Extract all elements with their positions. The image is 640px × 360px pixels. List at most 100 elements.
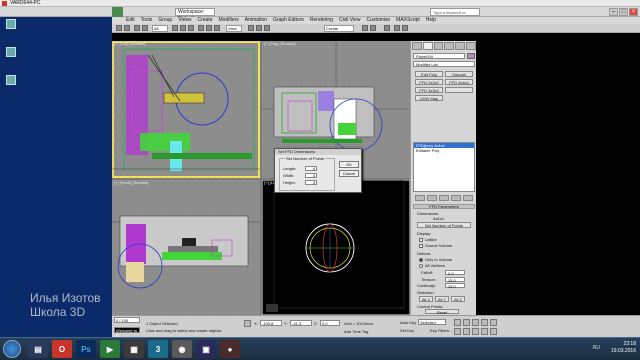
remote-desktop-icon[interactable]: ▣ xyxy=(196,340,216,358)
length-spinner[interactable]: 4 xyxy=(305,166,317,171)
y-coordinate-field[interactable]: -31,3 xyxy=(290,320,312,326)
menu-customize[interactable]: Customize xyxy=(367,17,391,24)
play-icon[interactable] xyxy=(472,319,479,326)
menu-rendering[interactable]: Rendering xyxy=(310,17,333,24)
source-volume-checkbox[interactable] xyxy=(419,244,423,248)
only-in-volume-radio[interactable] xyxy=(419,258,423,262)
make-unique-icon[interactable] xyxy=(439,195,449,201)
opera-icon[interactable]: O xyxy=(52,340,72,358)
all-z-button[interactable]: All Z xyxy=(451,296,465,302)
rectangular-selection-icon[interactable] xyxy=(188,25,194,31)
prev-frame-icon[interactable] xyxy=(463,319,470,326)
move-icon[interactable] xyxy=(198,25,204,31)
close-icon[interactable]: × xyxy=(629,8,638,16)
display-tab-icon[interactable] xyxy=(455,42,466,50)
set-key-button[interactable]: Set Key xyxy=(400,328,414,333)
ffd-parameters-rollout[interactable]: FFD Parameters xyxy=(413,204,475,209)
hierarchy-tab-icon[interactable] xyxy=(433,42,444,50)
zoom-all-icon[interactable] xyxy=(463,328,470,335)
time-slider-frame[interactable]: 0 / 100 xyxy=(114,317,140,323)
desktop-icon[interactable] xyxy=(6,75,16,85)
all-y-button[interactable]: All Y xyxy=(435,296,449,302)
workspace-dropdown[interactable]: Workspace: Default xyxy=(175,8,215,22)
menu-maxscript[interactable]: MAXScript xyxy=(396,17,420,24)
unlink-icon[interactable] xyxy=(142,25,148,31)
stack-item-editable-poly[interactable]: Editable Poly xyxy=(414,148,474,153)
language-indicator[interactable]: RU xyxy=(593,345,600,351)
desktop-icon[interactable] xyxy=(6,47,16,57)
object-color-swatch[interactable] xyxy=(467,53,475,59)
falloff-spinner[interactable]: 0,0 xyxy=(445,270,465,276)
z-coordinate-field[interactable]: 0,0 xyxy=(320,320,340,326)
render-setup-icon[interactable] xyxy=(394,25,400,31)
pin-stack-icon[interactable] xyxy=(415,195,425,201)
next-frame-icon[interactable] xyxy=(481,319,488,326)
tension-spinner[interactable]: 25,0 xyxy=(445,277,465,283)
cancel-button[interactable]: Cancel xyxy=(339,170,359,177)
set-number-of-points-button[interactable]: Set Number of Points xyxy=(417,222,471,228)
media-icon[interactable]: ◉ xyxy=(172,340,192,358)
menu-civil-view[interactable]: Civil View xyxy=(339,17,361,24)
system-clock[interactable]: 23:18 19.03.2016 xyxy=(611,341,636,355)
add-time-tag[interactable]: Add Time Tag xyxy=(344,329,368,334)
auto-key-button[interactable]: Auto Key xyxy=(400,320,416,325)
key-mode-dropdown[interactable]: Selected xyxy=(418,319,446,325)
viewport-top-left[interactable]: [+] [Top] [Shaded] xyxy=(112,41,260,178)
menu-group[interactable]: Group xyxy=(158,17,172,24)
smooth-button[interactable]: Smooth xyxy=(445,71,473,77)
show-end-result-icon[interactable] xyxy=(427,195,437,201)
x-coordinate-field[interactable]: -109,8 xyxy=(260,320,282,326)
app-logo-icon[interactable] xyxy=(112,7,123,17)
empty-modifier-button[interactable] xyxy=(445,87,473,93)
key-filters-button[interactable]: Key Filters... xyxy=(430,328,452,333)
viewport-bottom-right[interactable]: [+] [Left] [Wireframe] xyxy=(262,180,410,315)
align-icon[interactable] xyxy=(370,25,376,31)
select-by-name-icon[interactable] xyxy=(180,25,186,31)
explorer-icon[interactable]: ▤ xyxy=(28,340,48,358)
orbit-icon[interactable] xyxy=(481,328,488,335)
ffd-3x3x3-button[interactable]: FFD 3x3x3 xyxy=(415,87,443,93)
menu-modifiers[interactable]: Modifiers xyxy=(218,17,238,24)
menu-graph-editors[interactable]: Graph Editors xyxy=(273,17,304,24)
zoom-icon[interactable] xyxy=(454,328,461,335)
all-vertices-radio[interactable] xyxy=(419,264,423,268)
width-spinner[interactable]: 4 xyxy=(305,173,317,178)
menu-animation[interactable]: Animation xyxy=(245,17,267,24)
lock-selection-icon[interactable] xyxy=(244,320,251,327)
modify-tab-icon[interactable] xyxy=(422,42,433,50)
render-icon[interactable] xyxy=(402,25,408,31)
recorder-icon[interactable]: ● xyxy=(220,340,240,358)
modifier-list-dropdown[interactable]: Modifier List xyxy=(413,61,475,67)
configure-modifier-sets-icon[interactable] xyxy=(463,195,473,201)
redo-icon[interactable] xyxy=(124,25,130,31)
photoshop-icon[interactable]: Ps xyxy=(76,340,96,358)
mirror-icon[interactable] xyxy=(362,25,368,31)
folder-icon[interactable]: ▦ xyxy=(124,340,144,358)
remove-modifier-icon[interactable] xyxy=(451,195,461,201)
ffd-4x4x4-button[interactable]: FFD 4x4x4 xyxy=(445,79,473,85)
start-button-icon[interactable] xyxy=(3,340,21,358)
menu-tools[interactable]: Tools xyxy=(141,17,153,24)
desktop-icon[interactable] xyxy=(6,19,16,29)
uvw-map-button[interactable]: UVW Map xyxy=(415,95,443,101)
select-object-icon[interactable] xyxy=(172,25,178,31)
edit-poly-button[interactable]: Edit Poly xyxy=(415,71,443,77)
scale-icon[interactable] xyxy=(214,25,220,31)
ffd-2x2x2-button[interactable]: FFD 2x2x2 xyxy=(415,79,443,85)
snaps-toggle-icon[interactable] xyxy=(248,25,254,31)
search-input[interactable]: Type a keyword or phrase xyxy=(430,8,480,22)
reference-coord-dropdown[interactable]: View xyxy=(226,25,242,32)
selection-filter-dropdown[interactable]: All xyxy=(152,25,168,32)
angle-snap-icon[interactable] xyxy=(256,25,262,31)
all-x-button[interactable]: All X xyxy=(419,296,433,302)
named-selection-set-dropdown[interactable]: Create Selection Se xyxy=(324,25,354,37)
ok-button[interactable]: OK xyxy=(339,161,359,168)
reset-button[interactable]: Reset xyxy=(425,309,459,315)
undo-icon[interactable] xyxy=(116,25,122,31)
lattice-checkbox[interactable] xyxy=(419,238,423,242)
rotate-icon[interactable] xyxy=(206,25,212,31)
3dsmax-icon[interactable]: 3 xyxy=(148,340,168,358)
menu-edit[interactable]: Edit xyxy=(126,17,135,24)
menu-create[interactable]: Create xyxy=(197,17,212,24)
utilities-tab-icon[interactable] xyxy=(466,42,476,50)
